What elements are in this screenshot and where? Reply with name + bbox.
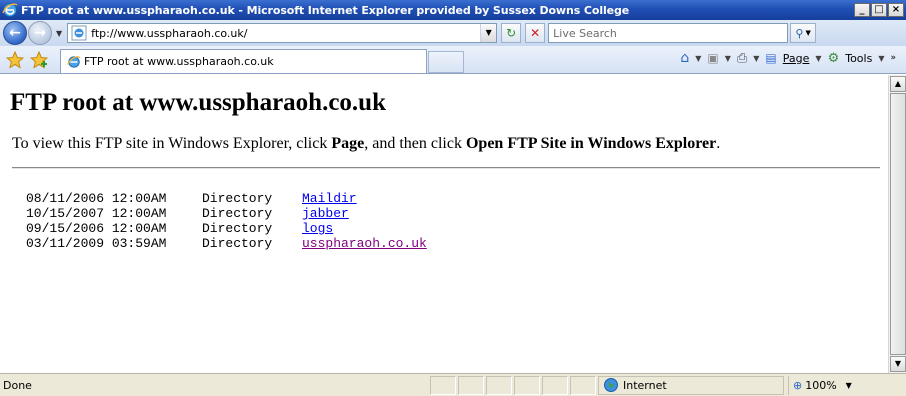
entry-date: 08/11/2006 12:00AM: [26, 191, 167, 206]
list-item: 08/11/2006 12:00AM Directory Maildir: [26, 191, 888, 206]
directory-listing: 08/11/2006 12:00AM Directory Maildir 10/…: [26, 191, 888, 251]
list-item: 03/11/2009 03:59AM Directory usspharaoh.…: [26, 236, 888, 251]
tools-menu-button[interactable]: Tools: [845, 52, 872, 65]
entry-date: 03/11/2009 03:59AM: [26, 236, 167, 251]
intro-prefix: To view this FTP site in Windows Explore…: [12, 135, 332, 152]
window-titlebar[interactable]: FTP root at www.usspharaoh.co.uk - Micro…: [0, 0, 906, 20]
navigation-bar: ← → ▼ ftp://www.usspharaoh.co.uk/ ▼ ↻ ✕ …: [0, 20, 906, 46]
back-button[interactable]: ←: [3, 21, 27, 45]
zone-label: Internet: [623, 378, 667, 392]
refresh-icon: ↻: [506, 26, 517, 40]
status-segment: [458, 375, 484, 395]
zoom-control[interactable]: ⊕ 100% ▼: [788, 375, 852, 395]
tools-menu-dropdown[interactable]: ▼: [878, 54, 884, 63]
status-text: Done: [3, 378, 32, 392]
directory-link[interactable]: Maildir: [302, 191, 357, 206]
entry-type: Directory: [202, 191, 273, 206]
page-menu-dropdown[interactable]: ▼: [815, 54, 821, 63]
search-button[interactable]: ⚲ ▼: [790, 23, 817, 43]
scroll-thumb[interactable]: [890, 93, 906, 355]
print-icon[interactable]: ⎙: [737, 51, 747, 66]
status-segment: [570, 375, 596, 395]
address-dropdown-button[interactable]: ▼: [480, 24, 497, 42]
status-segment: [486, 375, 512, 395]
entry-type: Directory: [202, 221, 273, 236]
minimize-button[interactable]: _: [854, 3, 870, 17]
page-menu-icon: ▤: [765, 51, 777, 65]
internet-explorer-icon: [2, 3, 18, 17]
back-arrow-icon: ←: [9, 25, 21, 41]
divider: [12, 167, 880, 169]
tab-ie-icon: [67, 55, 81, 68]
window-title: FTP root at www.usspharaoh.co.uk - Micro…: [21, 3, 630, 17]
entry-date: 09/15/2006 12:00AM: [26, 221, 167, 236]
scroll-up-button[interactable]: ▲: [890, 76, 906, 92]
zoom-level: 100%: [805, 378, 837, 392]
refresh-button[interactable]: ↻: [501, 23, 522, 43]
directory-link[interactable]: usspharaoh.co.uk: [302, 236, 427, 251]
zoom-icon: ⊕: [793, 378, 803, 392]
maximize-button[interactable]: □: [871, 3, 887, 17]
forward-arrow-icon: →: [34, 25, 46, 41]
new-tab-button[interactable]: [428, 51, 464, 73]
tools-gear-icon: ⚙: [827, 50, 840, 66]
directory-link[interactable]: jabber: [302, 206, 349, 221]
print-dropdown[interactable]: ▼: [753, 54, 759, 63]
intro-suffix: .: [716, 135, 721, 152]
intro-action: Open FTP Site in Windows Explorer: [465, 135, 717, 152]
entry-date: 10/15/2007 12:00AM: [26, 206, 167, 221]
feeds-dropdown[interactable]: ▼: [725, 54, 731, 63]
page-menu-button[interactable]: Page: [783, 52, 810, 65]
entry-type: Directory: [202, 236, 273, 251]
directory-link[interactable]: logs: [302, 221, 333, 236]
search-input[interactable]: Live Search: [548, 23, 789, 43]
home-icon[interactable]: ⌂: [680, 50, 689, 66]
status-bar: Done Internet ⊕ 100% ▼: [0, 373, 906, 396]
scroll-down-button[interactable]: ▼: [890, 356, 906, 372]
home-dropdown[interactable]: ▼: [695, 54, 701, 63]
status-segment: [542, 375, 568, 395]
command-bar: ⌂ ▼ ▣ ▼ ⎙ ▼ ▤ Page ▼ ⚙ Tools ▼ »: [680, 50, 896, 66]
search-icon: ⚲: [795, 26, 804, 40]
status-segment: [514, 375, 540, 395]
globe-icon: [604, 378, 618, 392]
security-zone[interactable]: Internet: [598, 375, 784, 395]
page-title: FTP root at www.usspharaoh.co.uk: [10, 89, 386, 116]
search-placeholder: Live Search: [553, 26, 617, 40]
intro-text: To view this FTP site in Windows Explore…: [12, 135, 888, 153]
add-favorites-icon[interactable]: [30, 50, 48, 69]
page-icon: [71, 25, 87, 41]
favorites-star-icon[interactable]: [6, 50, 24, 69]
window-controls: _ □ ×: [854, 3, 904, 17]
list-item: 10/15/2007 12:00AM Directory jabber: [26, 206, 888, 221]
chevron-right-icon[interactable]: »: [890, 53, 896, 63]
intro-page-word: Page: [331, 135, 365, 152]
chevron-down-icon: ▼: [845, 380, 852, 390]
address-input[interactable]: ftp://www.usspharaoh.co.uk/: [91, 27, 480, 40]
page-content: FTP root at www.usspharaoh.co.uk To view…: [0, 75, 888, 373]
vertical-scrollbar[interactable]: ▲ ▼: [888, 75, 906, 373]
address-bar[interactable]: ftp://www.usspharaoh.co.uk/ ▼: [67, 23, 498, 43]
chevron-down-icon: ▼: [805, 29, 811, 37]
close-button[interactable]: ×: [888, 3, 904, 17]
tab-label: FTP root at www.usspharaoh.co.uk: [84, 55, 274, 68]
tab-current[interactable]: FTP root at www.usspharaoh.co.uk: [60, 49, 427, 73]
tab-row: FTP root at www.usspharaoh.co.uk ⌂ ▼ ▣ ▼…: [0, 46, 906, 74]
intro-middle: , and then click: [364, 135, 466, 152]
status-segment: [430, 375, 456, 395]
entry-type: Directory: [202, 206, 273, 221]
recent-pages-dropdown[interactable]: ▼: [56, 29, 62, 38]
stop-icon: ✕: [530, 26, 541, 40]
stop-button[interactable]: ✕: [525, 23, 546, 43]
feeds-icon[interactable]: ▣: [707, 51, 718, 65]
forward-button[interactable]: →: [28, 21, 52, 45]
list-item: 09/15/2006 12:00AM Directory logs: [26, 221, 888, 236]
